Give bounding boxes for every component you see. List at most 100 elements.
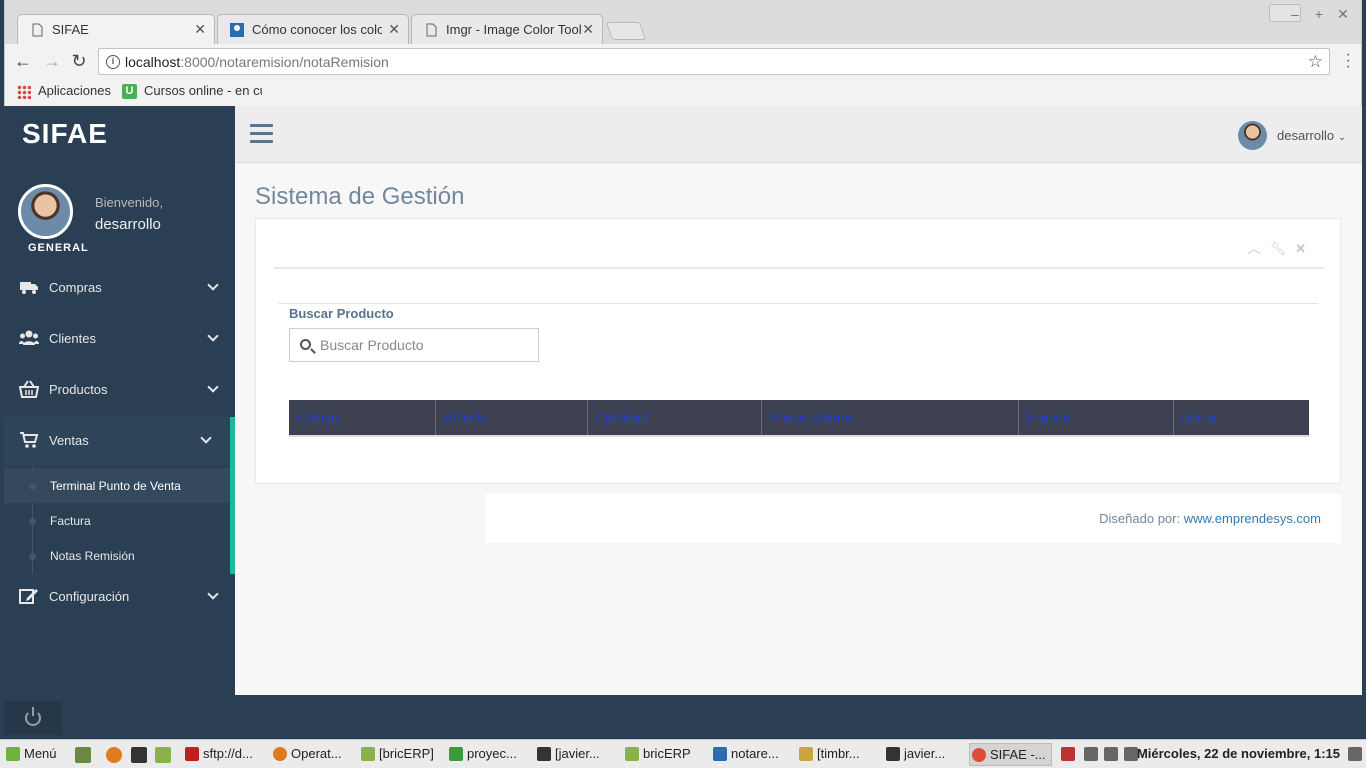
divider (278, 303, 1318, 304)
browser-chrome: SIFAE ✕ Cómo conocer los color ✕ Imgr - … (4, 0, 1362, 106)
table-header-row: Código Articulo Cantidad Precio Unitario… (289, 400, 1309, 437)
avatar (1238, 121, 1267, 150)
sidebar-item-clientes[interactable]: Clientes (4, 315, 235, 363)
bookmark-star-icon[interactable]: ☆ (1308, 52, 1323, 72)
taskbar-item[interactable]: Operat... (271, 743, 354, 766)
products-table: Código Articulo Cantidad Precio Unitario… (289, 400, 1309, 437)
back-icon[interactable]: ← (13, 51, 33, 71)
firefox-icon (273, 747, 287, 761)
footer: Diseñado por: www.emprendesys.com (485, 494, 1341, 543)
reload-icon[interactable]: ↻ (69, 51, 89, 71)
vscode-icon (713, 747, 727, 761)
taskbar-item[interactable]: javier... (884, 743, 967, 766)
chevron-down-icon: ⌄ (1337, 132, 1347, 143)
bookmark-apps[interactable]: Aplicaciones (17, 83, 111, 99)
submenu-item-terminal[interactable]: Terminal Punto de Venta (4, 468, 230, 503)
taskbar-item-label: proyec... (467, 746, 517, 761)
user-icon[interactable] (1084, 747, 1098, 761)
new-tab-button[interactable] (605, 22, 647, 40)
close-icon[interactable]: ✕ (1295, 241, 1306, 257)
minimize-icon[interactable]: – (1283, 6, 1307, 22)
divider (274, 267, 1324, 269)
browser-menu-icon[interactable]: · · · (1346, 47, 1351, 75)
sidebar-item-configuracion[interactable]: Configuración (4, 573, 235, 621)
terminal-icon[interactable] (131, 747, 147, 763)
maximize-icon[interactable]: + (1307, 6, 1331, 22)
taskbar-item-label: [bricERP] (379, 746, 434, 761)
chevron-down-icon (207, 588, 219, 600)
taskbar-item[interactable]: notare... (711, 743, 794, 766)
spreadsheet-icon (449, 747, 463, 761)
taskbar-item-label: [javier... (555, 746, 600, 761)
start-menu-button[interactable]: Menú (4, 743, 66, 766)
search-field[interactable] (289, 328, 539, 362)
shield-icon[interactable] (1061, 747, 1075, 761)
user-dropdown[interactable]: desarrollo ⌄ (1238, 121, 1348, 151)
cart-icon (20, 432, 39, 448)
taskbar-item-active[interactable]: SIFAE -... (969, 743, 1052, 766)
firefox-icon[interactable] (106, 747, 122, 763)
battery-icon[interactable] (1124, 747, 1138, 761)
url-host: localhost (125, 54, 181, 70)
taskbar-item[interactable]: [timbr... (797, 743, 880, 766)
chrome-icon (972, 748, 986, 762)
sidebar-item-ventas[interactable]: Ventas (4, 417, 235, 466)
page-title: Sistema de Gestión (255, 183, 465, 210)
page-icon (32, 23, 43, 37)
chevron-down-icon (207, 381, 219, 393)
close-icon[interactable]: ✕ (388, 21, 400, 38)
info-icon[interactable]: i (106, 55, 120, 69)
submenu-item-notas[interactable]: Notas Remisión (4, 538, 230, 573)
taskbar-item[interactable]: proyec... (447, 743, 530, 766)
column-header-precio-unitario[interactable]: Precio Unitario (760, 400, 1018, 437)
column-header-codigo[interactable]: Código (289, 400, 435, 437)
column-header-borrar[interactable]: Borrar (1172, 400, 1309, 437)
forward-icon[interactable]: → (42, 51, 62, 71)
browser-toolbar: ← → ↻ i localhost:8000/notaremision/nota… (5, 44, 1361, 78)
folder-icon[interactable] (155, 747, 171, 763)
taskbar-item[interactable]: bricERP (623, 743, 706, 766)
column-header-importe[interactable]: Importe (1017, 400, 1173, 437)
search-input[interactable] (320, 335, 530, 355)
address-bar[interactable]: i localhost:8000/notaremision/notaRemisi… (98, 48, 1330, 75)
site-icon (230, 23, 244, 37)
menu-toggle-icon[interactable] (250, 124, 273, 144)
sidebar-footer (4, 695, 1362, 739)
tab-title: Imgr - Image Color Tool (446, 22, 582, 37)
taskbar-item[interactable]: sftp://d... (183, 743, 266, 766)
tab-como-conocer[interactable]: Cómo conocer los color ✕ (217, 14, 409, 44)
submenu-item-factura[interactable]: Factura (4, 503, 230, 538)
taskbar-item[interactable]: [javier... (535, 743, 618, 766)
brand-logo[interactable]: SIFAE (22, 118, 108, 150)
close-icon[interactable]: ✕ (194, 21, 206, 38)
bookmark-cursos[interactable]: U Cursos online - en cu (122, 83, 262, 100)
chevron-down-icon (200, 432, 212, 444)
taskbar-item[interactable]: [bricERP] (359, 743, 442, 766)
udemy-icon: U (122, 84, 137, 100)
taskbar-item-label: sftp://d... (203, 746, 253, 761)
close-icon[interactable]: ✕ (582, 21, 594, 38)
close-window-icon[interactable]: ✕ (1331, 6, 1355, 23)
collapse-icon[interactable]: ︿ (1248, 238, 1261, 257)
apps-grid-icon (17, 84, 31, 99)
folder-icon (361, 747, 375, 761)
welcome-text: Bienvenido, (95, 195, 163, 210)
app-area: SIFAE Bienvenido, desarrollo GENERAL Com… (4, 106, 1362, 695)
tab-imgr[interactable]: Imgr - Image Color Tool ✕ (411, 14, 603, 44)
show-desktop-icon[interactable] (75, 747, 91, 763)
wrench-icon[interactable]: 🔧︎ (1270, 241, 1287, 257)
submenu-label: Factura (50, 514, 91, 528)
tab-sifae[interactable]: SIFAE ✕ (17, 14, 215, 44)
sidebar-item-productos[interactable]: Productos (4, 366, 235, 414)
search-icon (300, 339, 311, 350)
logout-button[interactable] (4, 701, 62, 735)
sidebar-item-compras[interactable]: Compras (4, 264, 235, 312)
footer-link[interactable]: www.emprendesys.com (1184, 511, 1321, 526)
column-header-cantidad[interactable]: Cantidad (586, 400, 761, 437)
clock[interactable]: Miércoles, 22 de noviembre, 1:15 (1137, 746, 1340, 761)
bookmarks-bar: Aplicaciones U Cursos online - en cu (5, 78, 1361, 106)
taskbar-item-label: [timbr... (817, 746, 860, 761)
volume-icon[interactable] (1348, 747, 1362, 761)
wifi-icon[interactable] (1104, 747, 1118, 761)
column-header-articulo[interactable]: Articulo (434, 400, 587, 437)
